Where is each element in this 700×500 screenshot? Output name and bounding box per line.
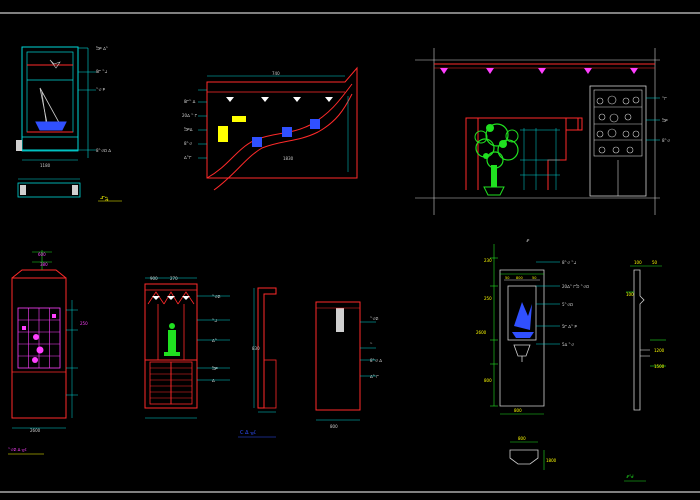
dimension-text: 1830 bbox=[283, 156, 294, 161]
picture-frame bbox=[232, 116, 246, 122]
dimension-text: 100 bbox=[634, 260, 642, 265]
view-title: ᓐᜏᕠ ᐃ ᚗᦷ bbox=[8, 447, 27, 452]
dimension-text: 100 bbox=[626, 292, 634, 297]
dimension-text: 830 bbox=[252, 346, 260, 351]
callout-note: ᘸᖴ bbox=[212, 366, 218, 371]
dimension-text: 1800 bbox=[546, 458, 557, 463]
dimension-text: 50 bbox=[505, 276, 509, 280]
callout-note: 8ᖸ ᓐᖹ bbox=[96, 69, 108, 74]
callout-note: 5ᐃ ᓐᜏ bbox=[562, 342, 574, 347]
plan-block bbox=[72, 185, 78, 195]
callout-note: ᓐᖸ bbox=[662, 96, 667, 101]
callout-note: 20ᐃᓐ ᖸᘸ ᓐᜏᕠ bbox=[562, 284, 589, 289]
dimension-text: 800 bbox=[516, 276, 523, 280]
callout-note: 5ᓐᜏᕠ bbox=[562, 302, 573, 307]
picture-frame bbox=[252, 137, 262, 147]
drawing-background bbox=[0, 0, 700, 500]
dimension-text: 50 bbox=[532, 276, 536, 280]
picture-frame bbox=[282, 127, 292, 137]
picture-frame bbox=[218, 126, 228, 142]
dimension-text: 380 bbox=[40, 262, 48, 267]
view-title: C ᐃ ᚗᦷ bbox=[240, 430, 257, 436]
dimension-text: 900 bbox=[150, 276, 158, 281]
dimension-text: 800 bbox=[330, 424, 338, 429]
callout-note: ᐃᓐ ᖸ bbox=[370, 374, 379, 379]
dimension-text: 270 bbox=[170, 276, 178, 281]
callout-note: 8ᓐᜏ ᓐᖹ bbox=[562, 260, 577, 265]
callout-note: ᐃᓐᖸ bbox=[184, 155, 192, 160]
dimension-text: 250 bbox=[80, 321, 88, 326]
dimension-text: 1180 bbox=[40, 163, 51, 168]
callout-note: 8ᓐᜏ bbox=[184, 141, 192, 146]
dimension-text: 230 bbox=[484, 258, 492, 263]
dimension-text: 2600 bbox=[476, 330, 487, 335]
callout-note: 8ᓐᜏ bbox=[662, 138, 670, 143]
callout-note: 8ᓐᜏ ᐃ bbox=[370, 358, 382, 363]
dimension-text: 800 bbox=[514, 408, 522, 413]
callout-note: 8ᖸᓐ ᐃ bbox=[184, 99, 196, 104]
plan-block bbox=[20, 185, 26, 195]
callout-note: ᓐᜏᕠ bbox=[370, 316, 378, 321]
callout-note: ᐃᓐ bbox=[212, 338, 218, 343]
cad-drawing-sheet: ᘸᖴ ᐃᓐ 8ᖸ ᓐᖹ ᓐᜏ ᖴ 8ᓐᜏᕠ ᐃ 1180 ᖹᖸ᪘ 740 8ᖸᓐ… bbox=[0, 0, 700, 500]
base-block bbox=[16, 140, 22, 151]
dimension-text: 50 bbox=[652, 260, 658, 265]
dimension-text: 1200 bbox=[654, 348, 665, 353]
callout-note: 5ᖸ ᐃᓐ ᖴ bbox=[562, 324, 578, 329]
picture-frame bbox=[310, 119, 320, 129]
dimension-text: 800 bbox=[484, 378, 492, 383]
dimension-text: 1500 bbox=[654, 364, 665, 369]
dimension-text: 250 bbox=[484, 296, 492, 301]
callout-note: ᐃ bbox=[212, 378, 215, 383]
callout-note: 20ᐃ ᓐ ᖸ bbox=[182, 113, 198, 118]
view-title: ᕵᖁ bbox=[626, 474, 634, 479]
dimension-text: 800 bbox=[518, 436, 526, 441]
callout-note: ᘸᖴ bbox=[662, 118, 668, 123]
callout-note: ᓐᖹ bbox=[212, 318, 217, 323]
callout-note: ᘸᖴ ᐃᓐ bbox=[96, 46, 109, 51]
dimension-text: 740 bbox=[272, 71, 280, 76]
dimension-text: 600 bbox=[38, 252, 46, 257]
callout-note: ᓐᜏ ᖴ bbox=[96, 87, 106, 92]
dimension-text: 2600 bbox=[30, 428, 41, 433]
callout-note: ᓐᜏᕠ bbox=[212, 294, 220, 299]
callout-note: ᘸᖴᐃ bbox=[184, 127, 193, 132]
callout-note: 8ᓐᜏᕠ ᐃ bbox=[96, 148, 111, 153]
